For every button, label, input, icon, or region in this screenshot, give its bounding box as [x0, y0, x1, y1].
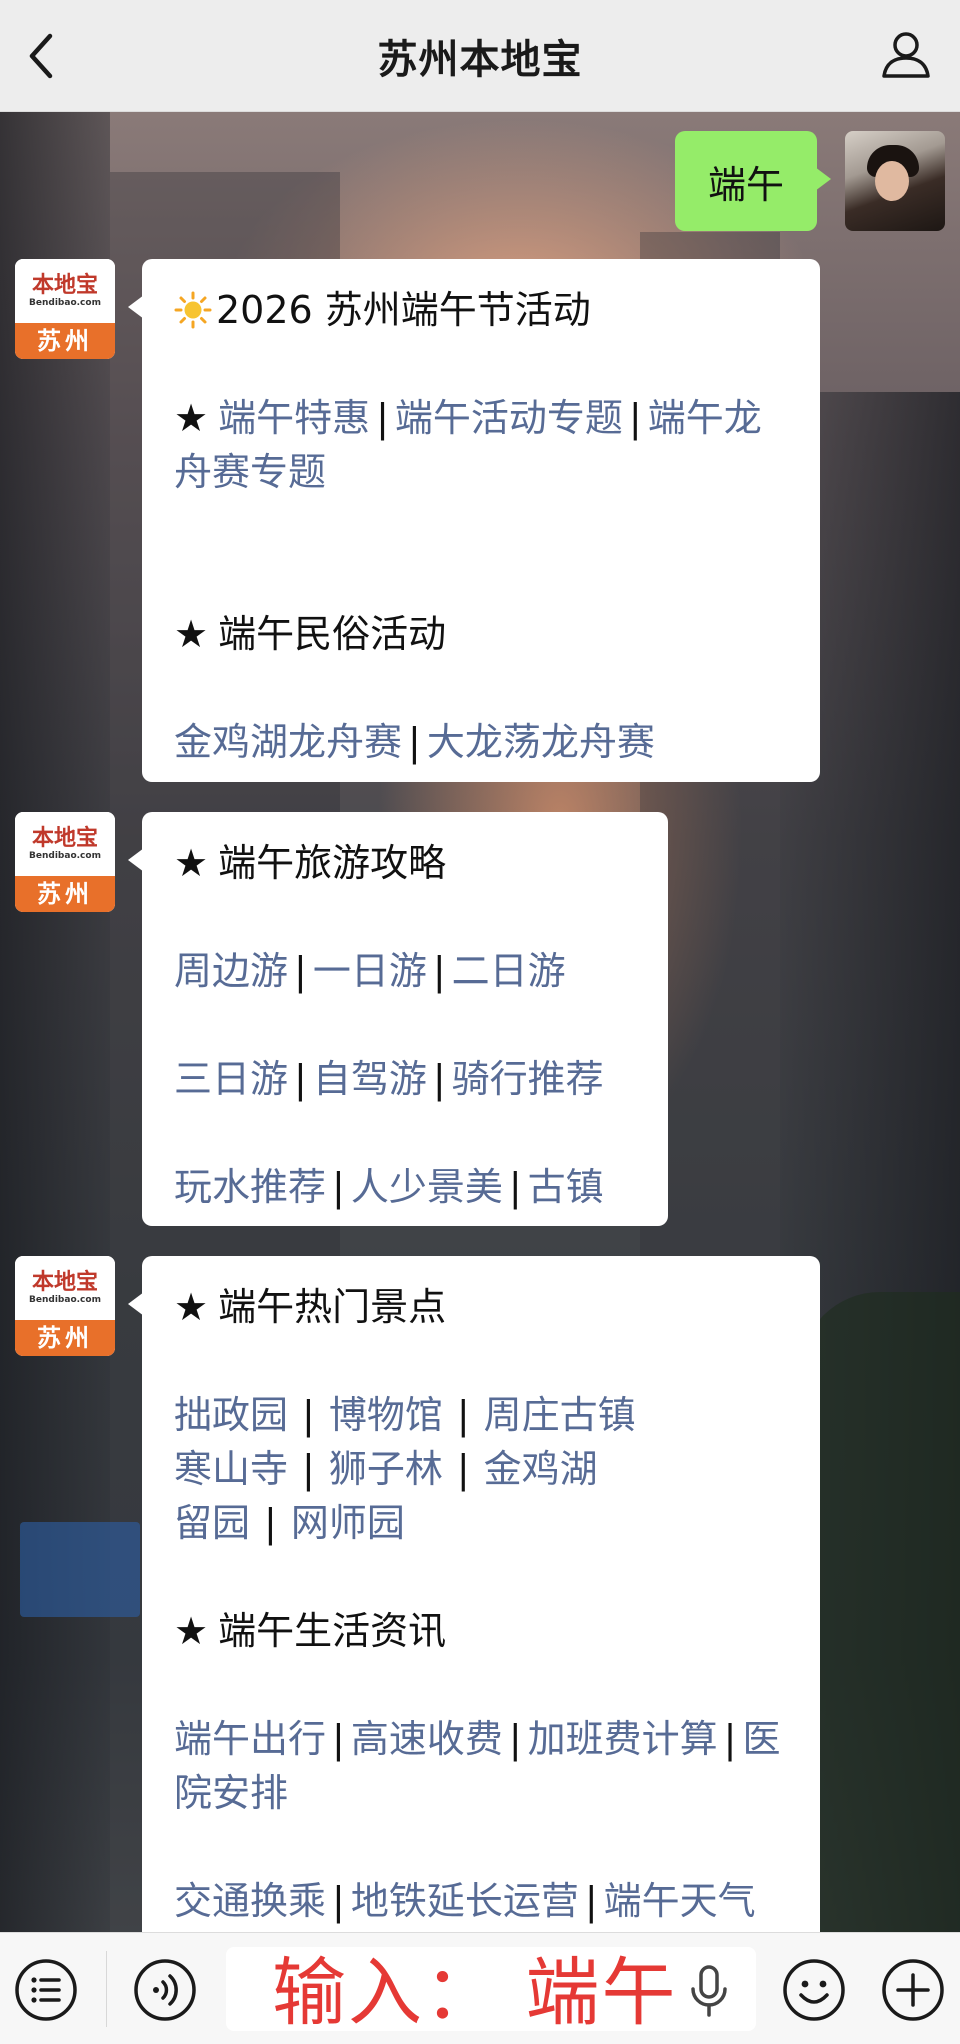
section-heading: ★ 端午民俗活动	[174, 612, 447, 656]
section-heading: ★ 端午热门景点	[174, 1285, 447, 1329]
link-jinji-lake-race[interactable]: 金鸡湖龙舟赛	[174, 720, 402, 764]
link-water-fun[interactable]: 玩水推荐	[174, 1165, 326, 1209]
message-bubble-travel: ★ 端午旅游攻略 周边游 | 一日游 | 二日游 三日游 | 自驾游 | 骑行推荐 玩水推荐 | 人少…	[128, 812, 668, 1226]
background-sign	[20, 1522, 140, 1617]
voice-button[interactable]	[132, 1957, 198, 2023]
user-message-bubble[interactable]: 端午	[675, 131, 831, 231]
link-holiday-travel[interactable]: 端午出行	[174, 1717, 326, 1761]
link-ancient-town[interactable]: 古镇	[528, 1165, 604, 1209]
link-row: 拙政园 | 博物馆 | 周庄古镇	[174, 1393, 636, 1437]
link-row: 寒山寺 | 狮子林 | 金鸡湖	[174, 1447, 598, 1491]
plus-icon	[882, 1959, 944, 2021]
link-two-day-trip[interactable]: 二日游	[452, 949, 566, 993]
link-row: 交通换乘 | 地铁延长运营 | 端午天气	[174, 1879, 756, 1923]
avatar-city-label: 苏州	[15, 323, 115, 359]
menu-list-icon	[15, 1959, 77, 2021]
link-row: 金鸡湖龙舟赛 | 大龙荡龙舟赛	[174, 720, 655, 764]
link-dalongdang-race[interactable]: 大龙荡龙舟赛	[427, 720, 655, 764]
profile-icon	[882, 32, 930, 78]
section-heading: ★ 端午生活资讯	[174, 1609, 447, 1653]
message-bubble-activities: 2026 苏州端午节活动 ★ 端午特惠 | 端午活动专题 | 端午龙舟赛专题 ★ 端午民俗活…	[128, 259, 820, 782]
link-quiet-scenery[interactable]: 人少景美	[351, 1165, 503, 1209]
link-row: ★ 端午特惠 | 端午活动专题 | 端午龙舟赛专题	[174, 396, 762, 494]
link-row: 端午出行 | 高速收费 | 加班费计算 | 医院安排	[174, 1717, 781, 1815]
input-overlay-text: 输入： 端午	[272, 1950, 678, 2036]
link-self-drive[interactable]: 自驾游	[313, 1057, 427, 1101]
chat-header: 苏州本地宝	[0, 0, 960, 112]
message-bubble-spots: ★ 端午热门景点 拙政园 | 博物馆 | 周庄古镇 寒山寺 | 狮子林 | 金鸡湖 留园 | 网师园 …	[128, 1256, 820, 1946]
mic-icon[interactable]	[686, 1963, 732, 2019]
link-three-day-trip[interactable]: 三日游	[174, 1057, 288, 1101]
message-title: 2026 苏州端午节活动	[174, 283, 790, 337]
emoji-button[interactable]	[781, 1957, 847, 2023]
chat-title: 苏州本地宝	[377, 36, 583, 83]
link-overtime-pay[interactable]: 加班费计算	[528, 1717, 718, 1761]
bot-avatar[interactable]: 本地宝 Bendibao.com 苏州	[15, 1256, 115, 1356]
link-master-of-nets[interactable]: 网师园	[291, 1501, 405, 1545]
section-heading: ★ 端午旅游攻略	[174, 841, 447, 885]
voice-icon	[134, 1959, 196, 2021]
link-row: 三日游 | 自驾游 | 骑行推荐	[174, 1057, 604, 1101]
link-weather[interactable]: 端午天气	[604, 1879, 756, 1923]
background-trees	[800, 1292, 960, 1932]
user-message-text: 端午	[707, 162, 784, 207]
link-cycling[interactable]: 骑行推荐	[452, 1057, 604, 1101]
link-museum[interactable]: 博物馆	[329, 1393, 443, 1437]
back-button[interactable]	[22, 30, 62, 82]
message-input[interactable]: 输入： 端午	[226, 1947, 756, 2036]
link-transit-transfer[interactable]: 交通换乘	[174, 1879, 326, 1923]
input-toolbar: 输入： 端午	[0, 1932, 960, 2044]
link-metro-extended[interactable]: 地铁延长运营	[351, 1879, 579, 1923]
link-row: 玩水推荐 | 人少景美 | 古镇	[174, 1165, 604, 1209]
more-button[interactable]	[880, 1957, 946, 2023]
sun-icon	[174, 291, 212, 329]
avatar-logo-text: 本地宝	[31, 272, 98, 298]
background-building	[0, 112, 110, 1932]
link-lingering-garden[interactable]: 留园	[174, 1501, 250, 1545]
toolbar-divider	[106, 1951, 107, 2027]
link-nearby-trip[interactable]: 周边游	[174, 949, 288, 993]
bot-avatar[interactable]: 本地宝 Bendibao.com 苏州	[15, 259, 115, 359]
profile-button[interactable]	[878, 26, 934, 82]
link-humble-admin-garden[interactable]: 拙政园	[174, 1393, 288, 1437]
menu-button[interactable]	[13, 1957, 79, 2023]
user-avatar[interactable]	[845, 131, 945, 231]
link-lion-grove[interactable]: 狮子林	[329, 1447, 443, 1491]
link-one-day-trip[interactable]: 一日游	[313, 949, 427, 993]
avatar-logo-url: Bendibao.com	[29, 298, 101, 308]
link-row: 周边游 | 一日游 | 二日游	[174, 949, 566, 993]
link-highway-toll[interactable]: 高速收费	[351, 1717, 503, 1761]
link-row: 留园 | 网师园	[174, 1501, 405, 1545]
link-duanwu-activities[interactable]: 端午活动专题	[395, 396, 623, 440]
back-icon	[29, 33, 53, 79]
link-jinji-lake[interactable]: 金鸡湖	[484, 1447, 598, 1491]
link-hanshan-temple[interactable]: 寒山寺	[174, 1447, 288, 1491]
bot-avatar[interactable]: 本地宝 Bendibao.com 苏州	[15, 812, 115, 912]
emoji-icon	[783, 1959, 845, 2021]
link-zhouzhuang[interactable]: 周庄古镇	[484, 1393, 636, 1437]
link-duanwu-special[interactable]: 端午特惠	[218, 396, 370, 440]
